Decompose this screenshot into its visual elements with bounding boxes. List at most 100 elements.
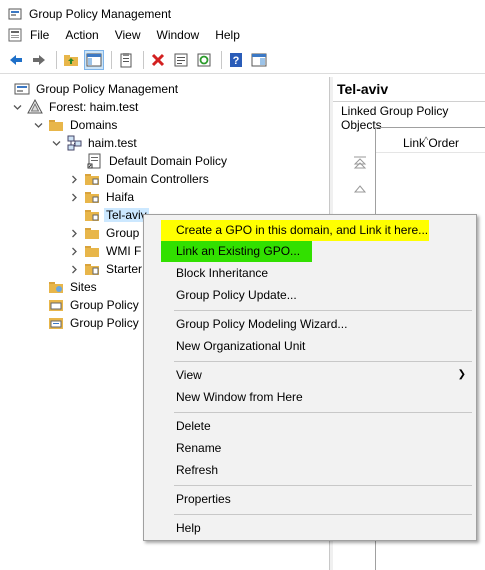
expand-chevron-icon[interactable] [69, 174, 80, 185]
clipboard-button[interactable] [116, 50, 136, 70]
tree-item-default-domain-policy[interactable]: Default Domain Policy [87, 152, 229, 170]
menu-item-block-inheritance[interactable]: Block Inheritance [144, 262, 476, 284]
tree-label: Group Policy Management [36, 82, 179, 96]
gpm-app-icon [8, 7, 22, 21]
tree-item-haifa[interactable]: Haifa [69, 188, 136, 206]
details-heading: Tel-aviv [337, 81, 389, 97]
help-icon: ? [230, 52, 242, 67]
back-button[interactable] [6, 50, 26, 70]
folder-icon [48, 117, 64, 133]
menu-help[interactable]: Help [207, 25, 248, 45]
up-folder-button[interactable] [61, 50, 81, 70]
tree-item-starter-gpos[interactable]: Starter [69, 260, 144, 278]
tree-item-domain-controllers[interactable]: Domain Controllers [69, 170, 211, 188]
panel-button[interactable] [249, 50, 269, 70]
menu-item-create-gpo[interactable]: Create a GPO in this domain, and Link it… [144, 219, 476, 241]
tree-label: Haifa [106, 190, 135, 204]
tree-item-tel-aviv[interactable]: Tel-aviv [84, 206, 149, 224]
show-hide-tree-button[interactable] [84, 49, 104, 70]
menu-item-rename[interactable]: Rename [144, 437, 476, 459]
menu-separator [174, 310, 472, 311]
menu-window[interactable]: Window [149, 25, 208, 45]
column-label: Link Order [402, 136, 460, 150]
tree-item-sites[interactable]: Sites [48, 278, 99, 296]
tree-label: Sites [70, 280, 97, 294]
tree-label: haim.test [88, 136, 137, 150]
collapse-chevron-icon[interactable] [51, 138, 62, 149]
menu-separator [174, 514, 472, 515]
menu-item-refresh[interactable]: Refresh [144, 459, 476, 481]
window-title: Group Policy Management [29, 7, 172, 21]
menu-action[interactable]: Action [57, 25, 106, 45]
delete-button[interactable] [148, 50, 168, 70]
folder-icon [84, 261, 100, 277]
forward-icon [33, 54, 45, 65]
tree-item-group-policy-objects[interactable]: Group [69, 224, 141, 242]
system-menu-icon[interactable] [8, 28, 22, 42]
refresh-icon [197, 53, 211, 66]
tree-item-domain[interactable]: haim.test [51, 134, 139, 152]
menu-item-link-existing-gpo[interactable]: Link an Existing GPO... [144, 240, 476, 262]
column-header-link-order[interactable]: ^ Link Order [376, 128, 485, 153]
collapse-chevron-icon[interactable] [12, 102, 23, 113]
tree-item-group-policy-results[interactable]: Group Policy [48, 314, 141, 332]
menu-item-help[interactable]: Help [144, 517, 476, 539]
toolbar-separator [111, 50, 112, 69]
refresh-button[interactable] [194, 50, 214, 70]
tree-item-forest[interactable]: Forest: haim.test [12, 98, 140, 116]
ou-folder-icon [84, 171, 100, 187]
move-link-up-button[interactable] [353, 182, 367, 196]
tab-divider [333, 101, 485, 102]
expand-chevron-icon[interactable] [69, 264, 80, 275]
menu-item-modeling-wizard[interactable]: Group Policy Modeling Wizard... [144, 313, 476, 335]
tree-label: WMI F [106, 244, 142, 258]
folder-icon [84, 225, 100, 241]
domain-icon [66, 135, 82, 151]
toolbar-separator [56, 50, 57, 69]
tree-label: Forest: haim.test [49, 100, 139, 114]
tree-item-gpm-root[interactable]: Group Policy Management [14, 80, 180, 98]
sites-folder-icon [48, 279, 64, 295]
menu-item-delete[interactable]: Delete [144, 415, 476, 437]
collapse-chevron-icon[interactable] [33, 120, 44, 131]
modeling-icon [48, 297, 64, 313]
expand-chevron-icon[interactable] [69, 228, 80, 239]
menu-item-new-ou[interactable]: New Organizational Unit [144, 335, 476, 357]
menu-item-gp-update[interactable]: Group Policy Update... [144, 284, 476, 306]
back-icon [10, 54, 22, 65]
properties-button[interactable] [171, 50, 191, 70]
menu-item-new-window[interactable]: New Window from Here [144, 386, 476, 408]
clipboard-icon [120, 52, 132, 67]
menu-bar: File Action View Window Help [0, 24, 485, 46]
up-folder-icon [64, 54, 78, 66]
move-up-icon [353, 185, 367, 193]
tree-label-selected: Tel-aviv [104, 208, 149, 222]
forward-button[interactable] [29, 50, 49, 70]
menu-item-properties[interactable]: Properties [144, 488, 476, 510]
expand-chevron-icon[interactable] [69, 192, 80, 203]
toolbar: ? [0, 46, 485, 74]
gpm-icon [14, 81, 30, 97]
help-button[interactable]: ? [226, 50, 246, 70]
app-window: Group Policy Management File Action View… [0, 0, 485, 570]
folder-icon [84, 243, 100, 259]
tree-item-domains[interactable]: Domains [33, 116, 119, 134]
tree-item-wmi-filters[interactable]: WMI F [69, 242, 143, 260]
forest-icon [27, 99, 43, 115]
tree-label: Default Domain Policy [109, 154, 228, 168]
ou-folder-icon [84, 207, 100, 223]
sort-up-icon: ^ [424, 135, 429, 145]
menu-item-view[interactable]: View ❯ [144, 364, 476, 386]
properties-icon [174, 53, 188, 66]
toolbar-separator [143, 50, 144, 69]
gpo-link-icon [87, 153, 103, 169]
delete-icon [151, 53, 165, 66]
menu-view[interactable]: View [107, 25, 149, 45]
tree-item-group-policy-modeling[interactable]: Group Policy [48, 296, 141, 314]
svg-text:?: ? [233, 55, 240, 67]
menu-separator [174, 412, 472, 413]
tree-label: Group [106, 226, 140, 240]
menu-file[interactable]: File [22, 25, 57, 45]
move-link-top-button[interactable] [353, 156, 367, 170]
expand-chevron-icon[interactable] [69, 246, 80, 257]
